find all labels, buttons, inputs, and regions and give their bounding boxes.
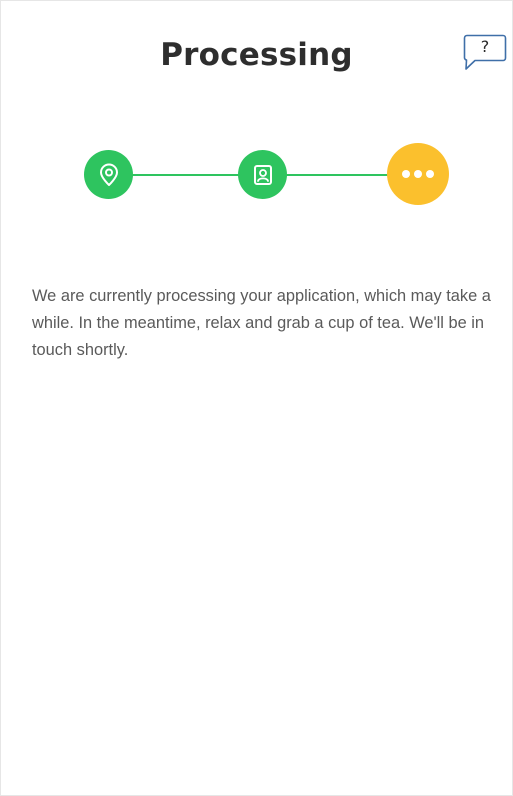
processing-message: We are currently processing your applica… <box>32 287 491 359</box>
step-location <box>84 150 133 199</box>
step-profile <box>238 150 287 199</box>
profile-id-icon <box>253 164 272 185</box>
step-processing <box>387 143 449 205</box>
more-dots-icon <box>402 170 434 178</box>
progress-stepper <box>1 1 512 261</box>
step-connector-1 <box>131 174 239 176</box>
step-connector-2 <box>285 174 391 176</box>
location-pin-icon <box>99 163 118 186</box>
screen: Processing ? We are currently processing… <box>0 0 513 796</box>
